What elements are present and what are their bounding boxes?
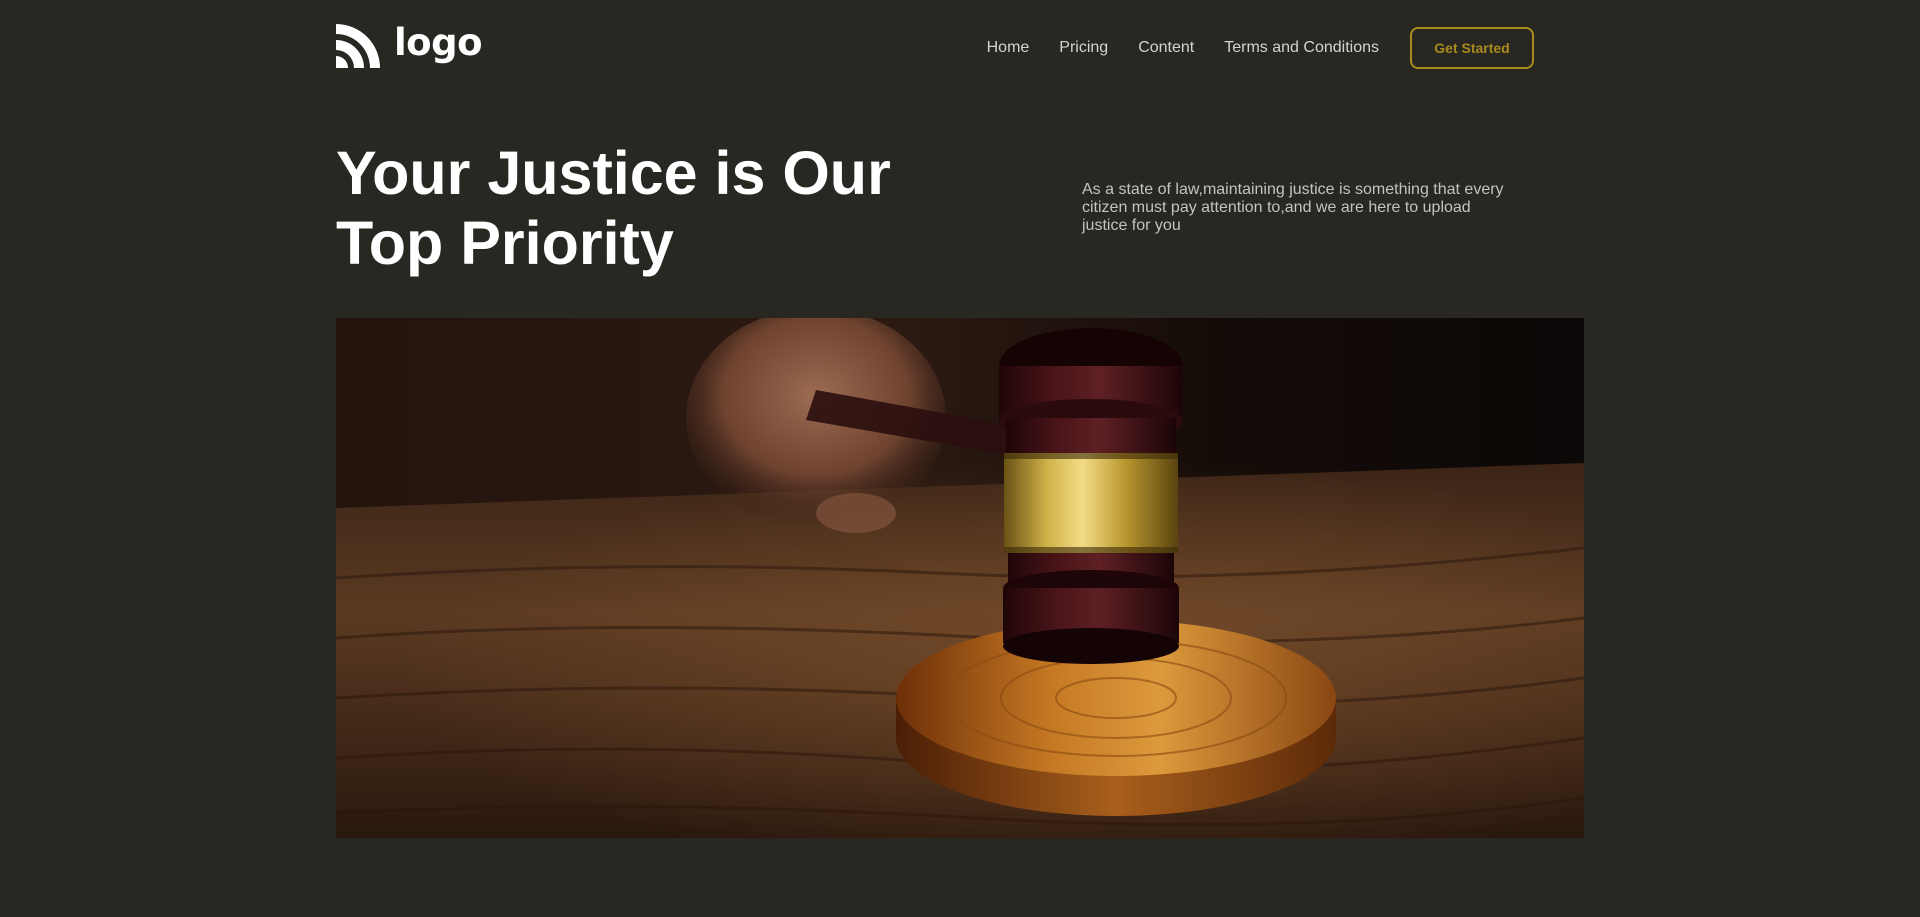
hero-title-line-2: Top Priority [336,209,674,277]
hero-gavel-image [336,318,1584,838]
hero-title: Your Justice is Our Top Priority [336,138,976,278]
main-nav: Home Pricing Content Terms and Condition… [987,27,1534,69]
nav-pricing[interactable]: Pricing [1059,29,1108,67]
nav-home[interactable]: Home [987,29,1030,67]
nav-terms[interactable]: Terms and Conditions [1224,29,1379,67]
hero-description: As a state of law,maintaining justice is… [1082,181,1504,234]
get-started-button[interactable]: Get Started [1410,27,1534,69]
hero-title-line-1: Your Justice is Our [336,139,891,207]
logo-text: logo [394,20,483,64]
logo-arcs-icon [336,24,380,68]
nav-content[interactable]: Content [1138,29,1194,67]
gavel-illustration [336,318,1584,838]
logo-link[interactable]: logo [336,20,483,68]
site-header: logo Home Pricing Content Terms and Cond… [336,22,1534,72]
